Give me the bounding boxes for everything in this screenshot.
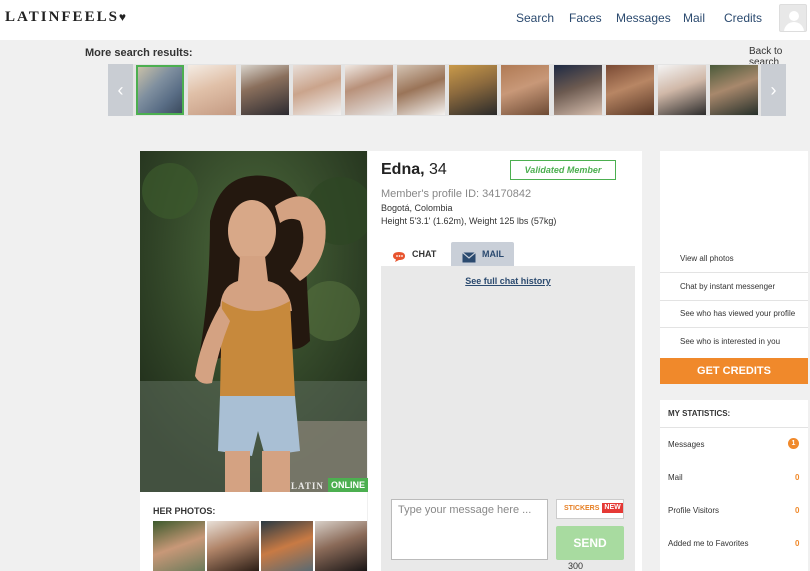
divider — [660, 427, 808, 428]
result-thumbnail[interactable] — [345, 65, 393, 115]
tab-mail-label: MAIL — [482, 249, 504, 259]
chat-compose-area: STICKERSNEW SEND 300 — [381, 489, 635, 571]
logo[interactable]: LATINFEELS♥ — [5, 9, 128, 26]
view-all-photos-link[interactable]: View all photos — [680, 254, 734, 263]
search-results-carousel: ‹ › — [108, 64, 786, 116]
profile-panel: Edna, 34 Validated Member Member's profi… — [368, 151, 642, 571]
heart-icon: ♥ — [118, 10, 129, 24]
online-status-badge: ONLINE — [328, 478, 368, 492]
stickers-button[interactable]: STICKERS NEW — [556, 499, 624, 519]
who-is-interested-link[interactable]: See who is interested in you — [680, 337, 780, 346]
carousel-next-button[interactable]: › — [761, 64, 786, 116]
profile-photo-image — [140, 151, 367, 492]
statistics-title: MY STATISTICS: — [668, 409, 731, 418]
new-badge: NEW — [602, 503, 623, 513]
result-thumbnail[interactable] — [241, 65, 289, 115]
member-location: Bogotá, Colombia — [381, 203, 453, 213]
profile-main-photo[interactable] — [140, 151, 367, 492]
her-photo-thumbnail[interactable] — [207, 521, 259, 571]
stat-messages-count: 1 — [788, 438, 799, 449]
result-thumbnail-selected[interactable] — [136, 65, 184, 115]
profile-id: Member's profile ID: 34170842 — [381, 188, 532, 200]
see-chat-history-link[interactable]: See full chat history — [381, 276, 635, 286]
message-input[interactable] — [391, 499, 548, 560]
nav-faces[interactable]: Faces — [569, 11, 602, 25]
tab-chat[interactable]: CHAT — [381, 242, 445, 266]
divider — [660, 272, 808, 273]
result-thumbnail[interactable] — [554, 65, 602, 115]
tab-mail[interactable]: MAIL — [451, 242, 514, 266]
her-photos-label: HER PHOTOS: — [153, 506, 216, 516]
member-age: 34 — [429, 161, 447, 178]
nav-credits[interactable]: Credits — [724, 11, 762, 25]
user-avatar[interactable] — [779, 4, 807, 32]
result-thumbnail[interactable] — [188, 65, 236, 115]
stat-messages-label[interactable]: Messages — [668, 440, 704, 449]
her-photo-thumbnail[interactable] — [315, 521, 367, 571]
divider — [660, 300, 808, 301]
her-photos-section: HER PHOTOS: — [140, 492, 367, 571]
result-thumbnail[interactable] — [293, 65, 341, 115]
member-name-age: Edna, 34 — [381, 161, 447, 179]
stat-mail-label[interactable]: Mail — [668, 473, 683, 482]
nav-mail[interactable]: Mail — [683, 11, 705, 25]
result-thumbnail[interactable] — [397, 65, 445, 115]
member-name: Edna, — [381, 161, 425, 178]
result-thumbnail[interactable] — [710, 65, 758, 115]
stickers-label: STICKERS — [564, 505, 600, 512]
send-button[interactable]: SEND — [556, 526, 624, 560]
validated-member-badge: Validated Member — [510, 160, 616, 180]
stat-favorites-label[interactable]: Added me to Favorites — [668, 539, 748, 548]
profile-actions-sidebar: View all photos Chat by instant messenge… — [660, 151, 808, 361]
get-credits-button[interactable]: GET CREDITS — [660, 358, 808, 384]
stat-profile-visitors-label[interactable]: Profile Visitors — [668, 506, 719, 515]
divider — [660, 327, 808, 328]
more-results-label: More search results: — [85, 47, 193, 59]
my-statistics-panel: MY STATISTICS: Messages 1 Mail 0 Profile… — [660, 400, 808, 571]
stat-profile-visitors-count: 0 — [795, 506, 800, 515]
result-thumbnail[interactable] — [606, 65, 654, 115]
nav-messages[interactable]: Messages — [616, 11, 671, 25]
logo-text: LATINFEELS — [5, 9, 119, 25]
nav-search[interactable]: Search — [516, 11, 554, 25]
character-counter: 300 — [568, 561, 584, 571]
result-thumbnail[interactable] — [449, 65, 497, 115]
avatar-head-shape — [789, 11, 799, 21]
her-photo-thumbnail[interactable] — [261, 521, 313, 571]
her-photo-thumbnail[interactable] — [153, 521, 205, 571]
stat-favorites-count: 0 — [795, 539, 800, 548]
avatar-body-shape — [784, 22, 804, 31]
result-thumbnail[interactable] — [658, 65, 706, 115]
photo-watermark: LATIN — [291, 481, 324, 491]
result-thumbnail[interactable] — [501, 65, 549, 115]
chat-instant-messenger-link[interactable]: Chat by instant messenger — [680, 282, 775, 291]
chat-history-area: See full chat history — [381, 266, 635, 489]
header: LATINFEELS♥ Search Faces Messages Mail C… — [0, 0, 810, 40]
who-viewed-profile-link[interactable]: See who has viewed your profile — [680, 309, 795, 318]
carousel-prev-button[interactable]: ‹ — [108, 64, 133, 116]
tab-chat-label: CHAT — [412, 249, 437, 259]
member-height-weight: Height 5'3.1' (1.62m), Weight 125 lbs (5… — [381, 216, 557, 226]
stat-mail-count: 0 — [795, 473, 800, 482]
